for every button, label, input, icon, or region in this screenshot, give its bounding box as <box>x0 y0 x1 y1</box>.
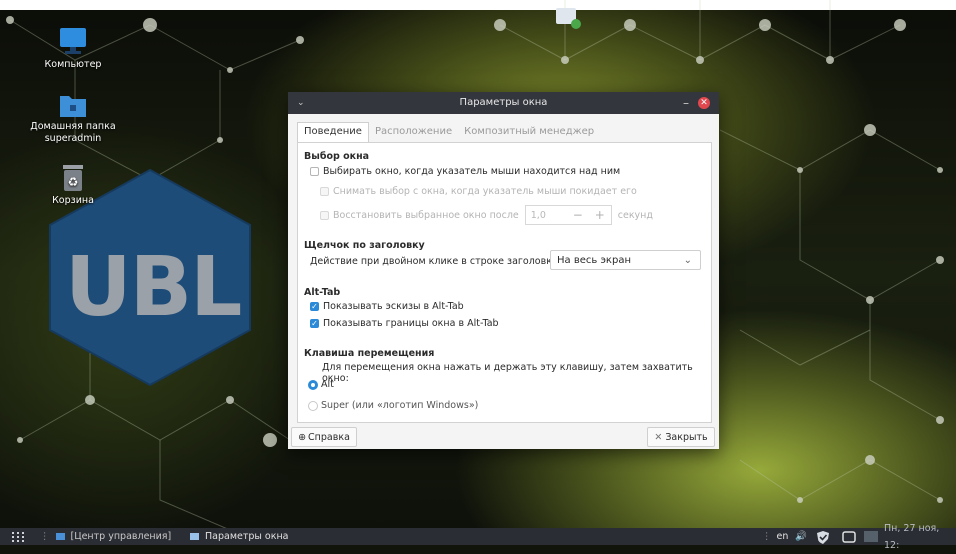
move-key-super-option[interactable]: Super (или «логотип Windows») <box>308 400 478 411</box>
keyboard-layout-label: en <box>776 531 789 542</box>
restore-after-label: Восстановить выбранное окно после <box>333 209 519 221</box>
decrement-icon[interactable]: − <box>567 208 589 222</box>
hover-select-checkbox[interactable] <box>310 167 319 176</box>
taskbar-item-control-center[interactable]: ⋮ [Центр управления] <box>40 528 171 545</box>
desktop-icon-home[interactable]: Домашняя папка superadmin <box>28 92 118 145</box>
window-menu-chevron-icon[interactable]: ⌄ <box>297 92 305 114</box>
hover-select-label: Выбирать окно, когда указатель мыши нахо… <box>323 166 621 177</box>
window-settings-dialog: ⌄ Параметры окна – ✕ Поведение Расположе… <box>288 92 719 449</box>
move-key-alt-option[interactable]: Alt <box>308 379 334 390</box>
hover-select-option[interactable]: Выбирать окно, когда указатель мыши нахо… <box>310 166 620 177</box>
increment-icon[interactable]: + <box>589 208 611 222</box>
tab-placement[interactable]: Расположение <box>369 122 458 142</box>
alttab-thumbnails-option[interactable]: ✓ Показывать эскизы в Alt-Tab <box>310 301 464 312</box>
close-button-icon: ✕ <box>654 431 663 443</box>
unselect-on-leave-checkbox[interactable] <box>320 187 329 196</box>
notification-icon[interactable] <box>842 528 856 545</box>
move-key-description: Для перемещения окна нажать и держать эт… <box>322 362 693 384</box>
desktop-icon-label: Компьютер <box>44 59 102 70</box>
help-button-label: Справка <box>308 431 350 443</box>
desktop-icon-label: Домашняя папка superadmin <box>30 121 116 144</box>
alttab-borders-checkbox[interactable]: ✓ <box>310 319 319 328</box>
logo-text: UBL <box>65 240 241 335</box>
monitor-icon <box>58 28 88 56</box>
tab-bar: Поведение Расположение Композитный менед… <box>297 122 600 142</box>
alttab-borders-label: Показывать границы окна в Alt-Tab <box>323 318 499 329</box>
tab-compositor[interactable]: Композитный менеджер <box>458 122 600 142</box>
tab-behavior[interactable]: Поведение <box>297 122 369 142</box>
window-title: Параметры окна <box>459 97 548 108</box>
double-click-label: Действие при двойном клике в строке заго… <box>310 256 561 267</box>
minimize-icon[interactable]: – <box>683 92 689 114</box>
unselect-on-leave-option: Снимать выбор с окна, когда указатель мы… <box>320 186 637 197</box>
app-menu-grid-icon[interactable] <box>12 528 24 545</box>
taskbar: ⋮ [Центр управления] Параметры окна ⋮ en… <box>0 523 956 551</box>
shield-icon[interactable] <box>816 528 830 545</box>
double-click-action-value: На весь экран <box>557 254 631 266</box>
help-button[interactable]: ⊕ Справка <box>291 427 357 447</box>
keyboard-layout-indicator[interactable]: ⋮ en <box>762 528 788 545</box>
trash-icon: ♻ <box>61 165 85 192</box>
close-button[interactable]: ✕ Закрыть <box>647 427 715 447</box>
behavior-panel: Выбор окна Выбирать окно, когда указател… <box>297 142 712 423</box>
restore-after-option: Восстановить выбранное окно после 1,0 − … <box>320 205 653 225</box>
move-key-super-label: Super (или «логотип Windows») <box>321 400 479 411</box>
home-folder-icon <box>59 92 87 118</box>
svg-text:♻: ♻ <box>68 175 79 189</box>
section-title-titlebar-click: Щелчок по заголовку <box>304 240 425 251</box>
section-title-move-key: Клавиша перемещения <box>304 348 435 359</box>
window-icon <box>55 533 65 540</box>
taskbar-item-label: [Центр управления] <box>70 531 172 542</box>
alttab-thumbnails-checkbox[interactable]: ✓ <box>310 302 319 311</box>
desktop-icon-trash[interactable]: ♻ Корзина <box>28 165 118 207</box>
desktop-icon-computer[interactable]: Компьютер <box>28 28 118 71</box>
close-icon[interactable]: ✕ <box>698 97 710 109</box>
desktop-icon-label: Корзина <box>52 195 94 206</box>
restore-delay-unit: секунд <box>617 209 653 221</box>
move-key-alt-radio[interactable] <box>308 379 318 390</box>
restore-delay-value[interactable]: 1,0 <box>526 210 567 221</box>
move-key-alt-label: Alt <box>321 379 334 390</box>
double-click-action-select[interactable]: На весь экран ⌄ <box>550 250 701 270</box>
clock[interactable]: Пн, 27 ноя, 12: <box>884 523 956 551</box>
window-icon <box>190 533 199 540</box>
alttab-borders-option[interactable]: ✓ Показывать границы окна в Alt-Tab <box>310 318 499 329</box>
taskbar-item-window-settings[interactable]: Параметры окна <box>190 528 289 545</box>
volume-icon[interactable]: 🔊 <box>795 528 807 545</box>
close-button-label: Закрыть <box>665 431 708 443</box>
alttab-thumbnails-label: Показывать эскизы в Alt-Tab <box>323 301 464 312</box>
chevron-down-icon: ⌄ <box>683 254 692 266</box>
restore-delay-spinner[interactable]: 1,0 − + <box>524 205 612 225</box>
move-key-super-radio[interactable] <box>308 400 318 411</box>
show-desktop-icon[interactable] <box>864 528 878 545</box>
unselect-on-leave-label: Снимать выбор с окна, когда указатель мы… <box>333 186 637 197</box>
section-title-focus: Выбор окна <box>304 151 370 162</box>
window-titlebar[interactable]: ⌄ Параметры окна – ✕ <box>288 92 719 114</box>
taskbar-item-label: Параметры окна <box>205 531 289 542</box>
help-icon: ⊕ <box>298 431 307 443</box>
section-title-alttab: Alt-Tab <box>304 287 341 298</box>
restore-after-checkbox[interactable] <box>320 210 329 220</box>
desktop: UBL Компьютер Домашняя папка superadmin … <box>0 0 956 551</box>
